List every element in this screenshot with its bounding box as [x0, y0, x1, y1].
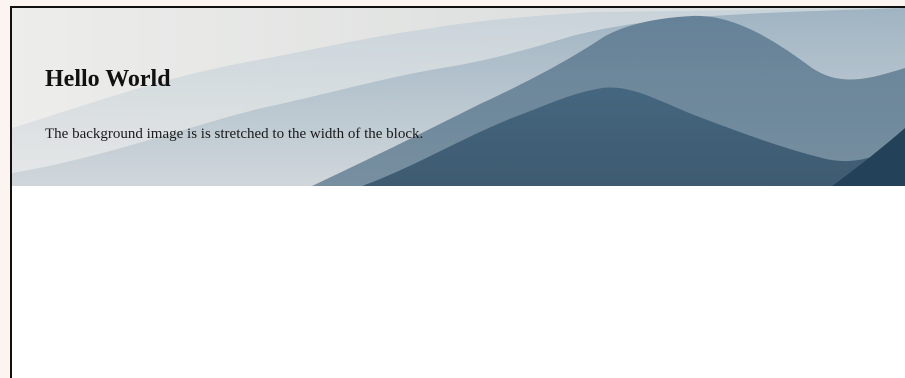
- hero-title: Hello World: [45, 66, 171, 92]
- mountain-background-image: [12, 8, 905, 186]
- page-frame: Hello World The background image is is s…: [10, 6, 905, 378]
- hero-banner: Hello World The background image is is s…: [12, 8, 905, 186]
- hero-description: The background image is is stretched to …: [45, 126, 424, 142]
